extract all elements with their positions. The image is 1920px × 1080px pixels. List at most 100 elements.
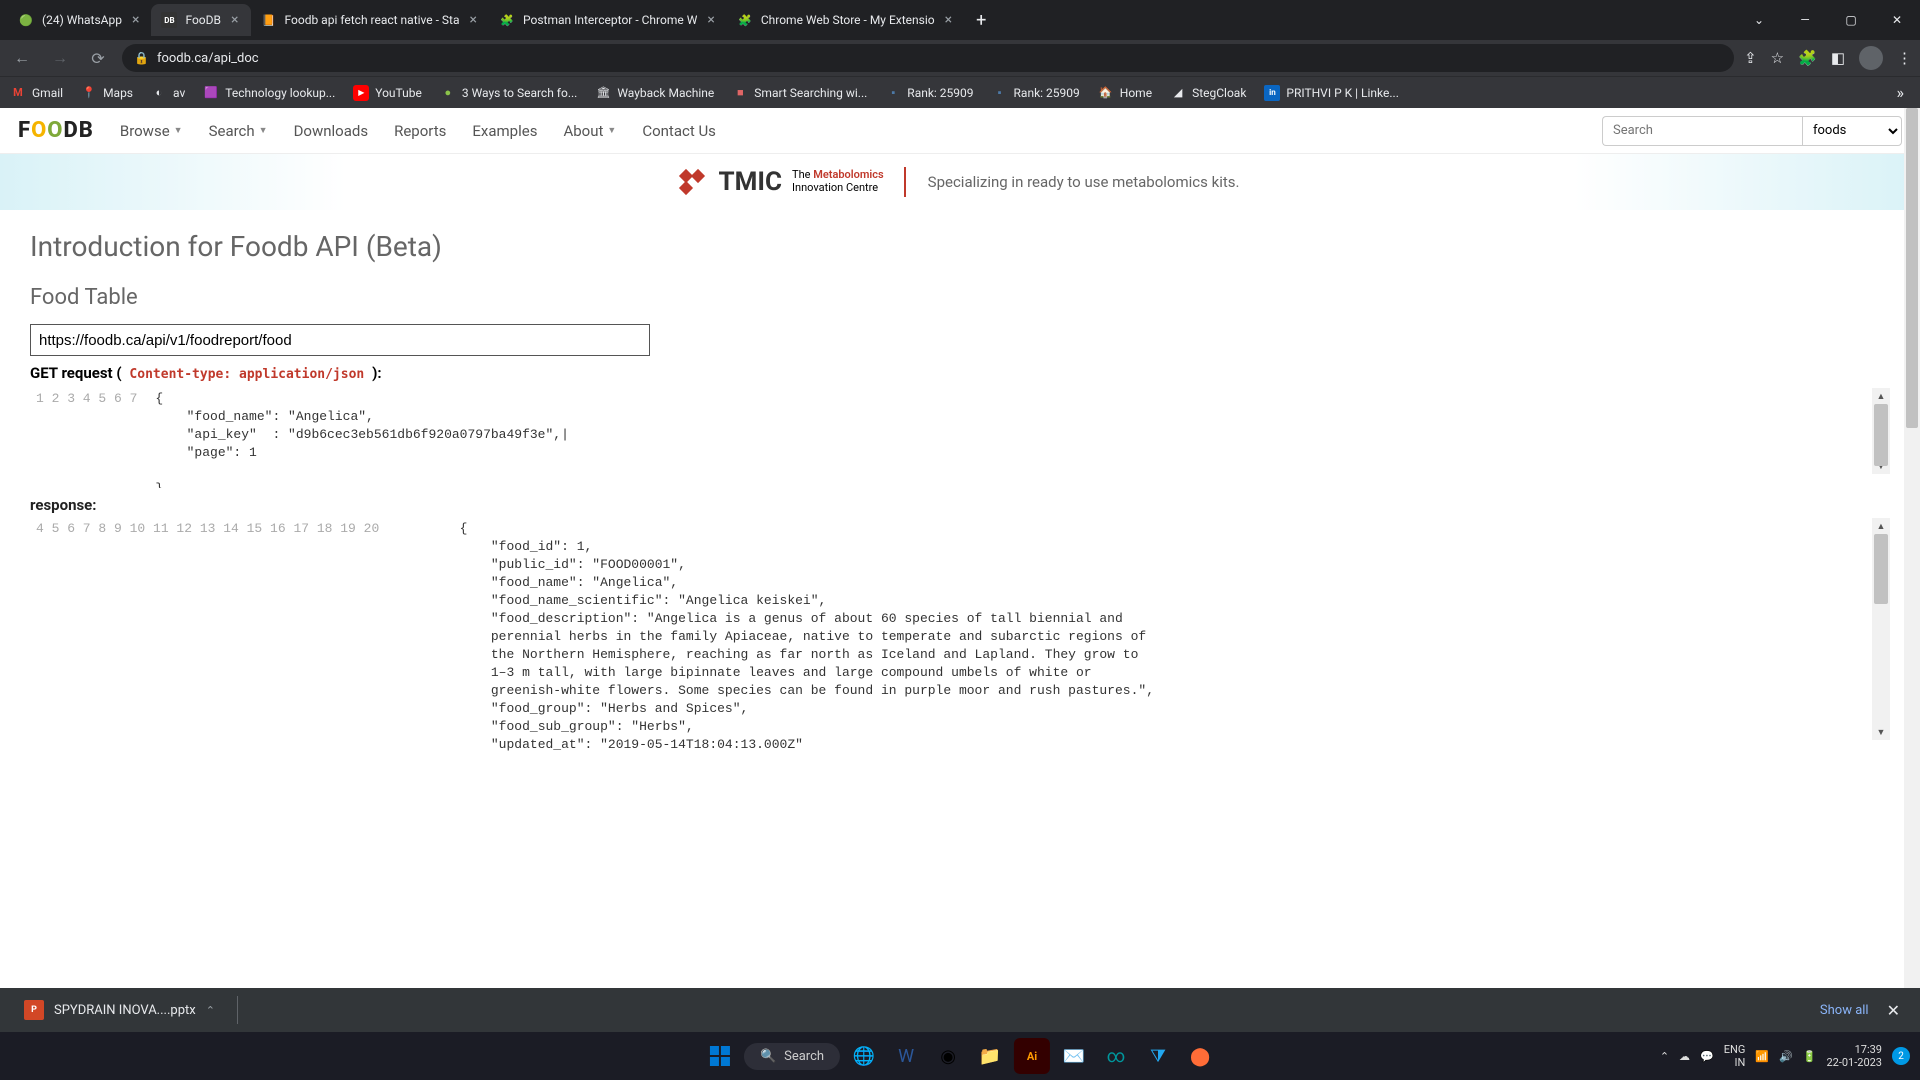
page-scrollbar[interactable]: [1904, 108, 1920, 988]
profile-avatar[interactable]: [1859, 46, 1883, 70]
postman-icon[interactable]: ⬤: [1182, 1038, 1218, 1074]
tab-stackoverflow[interactable]: 📙 Foodb api fetch react native - Sta ×: [251, 4, 490, 36]
tab-webstore[interactable]: 🧩 Chrome Web Store - My Extensio ×: [727, 4, 964, 36]
scroll-up-icon[interactable]: ▲: [1872, 388, 1890, 404]
tab-foodb[interactable]: DB FooDB ×: [151, 4, 250, 36]
request-code[interactable]: { "food_name": "Angelica", "api_key" : "…: [147, 388, 1890, 488]
close-downloads-bar-button[interactable]: ✕: [1881, 1001, 1906, 1020]
foodb-icon: DB: [161, 12, 177, 28]
scroll-down-icon[interactable]: ▼: [1872, 724, 1890, 740]
bookmark-maps[interactable]: 📍Maps: [81, 85, 133, 101]
back-button[interactable]: ←: [8, 44, 36, 72]
sidepanel-icon[interactable]: ◧: [1831, 49, 1845, 67]
maximize-button[interactable]: ▢: [1828, 0, 1874, 40]
bookmarks-overflow-button[interactable]: »: [1897, 83, 1911, 102]
close-icon[interactable]: ×: [705, 12, 716, 28]
show-all-downloads-button[interactable]: Show all: [1820, 1003, 1869, 1018]
bookmark-youtube[interactable]: ▶YouTube: [353, 85, 422, 101]
nav-contact[interactable]: Contact Us: [642, 122, 716, 140]
chevron-down-icon: ▼: [174, 125, 183, 136]
scroll-up-icon[interactable]: ▲: [1872, 518, 1890, 534]
share-icon[interactable]: ⇪: [1744, 49, 1757, 67]
star-icon[interactable]: ☆: [1771, 49, 1784, 67]
tab-title: FooDB: [185, 13, 221, 27]
nav-about[interactable]: About▼: [563, 122, 616, 140]
chrome-menu-chevron-icon[interactable]: ⌄: [1736, 0, 1782, 40]
tmic-banner: TMIC The Metabolomics Innovation Centre …: [0, 154, 1920, 210]
clock[interactable]: 17:3922-01-2023: [1826, 1043, 1882, 1069]
tab-postman[interactable]: 🧩 Postman Interceptor - Chrome W ×: [489, 4, 727, 36]
address-bar-row: ← → ⟳ 🔒 foodb.ca/api_doc ⇪ ☆ 🧩 ◧ ⋮: [0, 40, 1920, 76]
minimize-button[interactable]: —: [1782, 0, 1828, 40]
bookmark-linkedin[interactable]: inPRITHVI P K | Linke...: [1264, 85, 1398, 101]
onedrive-icon[interactable]: ☁: [1679, 1050, 1690, 1063]
close-icon[interactable]: ×: [468, 12, 479, 28]
scrollbar-thumb[interactable]: [1874, 404, 1888, 466]
code-scrollbar[interactable]: ▲ ▼: [1872, 518, 1890, 740]
forward-button[interactable]: →: [46, 44, 74, 72]
bookmark-rank1[interactable]: ▪Rank: 25909: [885, 85, 973, 101]
bookmark-3ways[interactable]: ●3 Ways to Search fo...: [440, 85, 577, 101]
nav-label: Search: [209, 122, 255, 140]
api-url-input[interactable]: https://foodb.ca/api/v1/foodreport/food: [30, 324, 650, 356]
new-tab-button[interactable]: +: [964, 10, 998, 31]
language-indicator[interactable]: ENGIN: [1724, 1043, 1746, 1069]
tab-whatsapp[interactable]: 🟢 (24) WhatsApp ×: [8, 4, 151, 36]
bookmark-label: StegCloak: [1192, 86, 1246, 100]
site-search-type-select[interactable]: foods: [1802, 116, 1902, 146]
address-bar[interactable]: 🔒 foodb.ca/api_doc: [122, 44, 1734, 72]
nav-label: About: [563, 122, 603, 140]
bookmark-rank2[interactable]: ▪Rank: 25909: [992, 85, 1080, 101]
bookmark-wayback[interactable]: 🏛Wayback Machine: [595, 85, 714, 101]
bookmark-stegcloak[interactable]: ◢StegCloak: [1170, 85, 1246, 101]
edge-icon[interactable]: 🌐: [846, 1038, 882, 1074]
vscode-icon[interactable]: ⧩: [1140, 1038, 1176, 1074]
bookmark-smart[interactable]: ■Smart Searching wi...: [732, 85, 867, 101]
taskbar-search[interactable]: 🔍Search: [744, 1043, 840, 1070]
bookmark-label: Maps: [103, 86, 133, 100]
start-button[interactable]: [702, 1038, 738, 1074]
foodb-logo[interactable]: FOODB: [18, 118, 94, 143]
kebab-menu-icon[interactable]: ⋮: [1897, 49, 1912, 67]
close-window-button[interactable]: ✕: [1874, 0, 1920, 40]
tmic-logo[interactable]: TMIC The Metabolomics Innovation Centre: [681, 167, 906, 197]
scrollbar-thumb[interactable]: [1874, 534, 1888, 604]
bookmark-label: Smart Searching wi...: [754, 86, 867, 100]
site-search-input[interactable]: [1602, 116, 1802, 146]
code-scrollbar[interactable]: ▲ ▼: [1872, 388, 1890, 474]
tmic-brand: TMIC: [719, 167, 783, 197]
extensions-icon[interactable]: 🧩: [1798, 49, 1817, 67]
bookmark-technology[interactable]: 🟪Technology lookup...: [203, 85, 335, 101]
volume-icon[interactable]: 🔊: [1779, 1050, 1793, 1063]
nav-reports[interactable]: Reports: [394, 122, 446, 140]
wifi-icon[interactable]: 📶: [1755, 1050, 1769, 1063]
bookmark-home[interactable]: 🏠Home: [1098, 85, 1152, 101]
explorer-icon[interactable]: 📁: [972, 1038, 1008, 1074]
chrome-icon[interactable]: ◉: [930, 1038, 966, 1074]
scrollbar-thumb[interactable]: [1906, 108, 1918, 428]
meet-now-icon[interactable]: 💬: [1700, 1050, 1714, 1063]
nav-examples[interactable]: Examples: [472, 122, 537, 140]
notifications-badge[interactable]: 2: [1892, 1047, 1910, 1065]
nav-downloads[interactable]: Downloads: [294, 122, 369, 140]
response-code[interactable]: { "food_id": 1, "public_id": "FOOD00001"…: [389, 518, 1890, 754]
close-icon[interactable]: ×: [229, 12, 240, 28]
bookmark-gmail[interactable]: MGmail: [10, 85, 63, 101]
request-line: GET request ( Content-type: application/…: [30, 364, 1890, 382]
bookmark-av[interactable]: ◐av: [151, 85, 185, 101]
nav-browse[interactable]: Browse▼: [120, 122, 183, 140]
illustrator-icon[interactable]: Ai: [1014, 1038, 1050, 1074]
word-icon[interactable]: W: [888, 1038, 924, 1074]
reload-button[interactable]: ⟳: [84, 44, 112, 72]
tray-chevron-icon[interactable]: ⌃: [1660, 1050, 1669, 1063]
chevron-up-icon[interactable]: ⌃: [206, 1004, 215, 1017]
download-item[interactable]: P SPYDRAIN INOVA....pptx ⌃: [14, 996, 225, 1024]
mail-icon[interactable]: ✉️: [1056, 1038, 1092, 1074]
arduino-icon[interactable]: ∞: [1098, 1038, 1134, 1074]
bookmark-label: Rank: 25909: [1014, 86, 1080, 100]
battery-icon[interactable]: 🔋: [1803, 1050, 1817, 1063]
close-icon[interactable]: ×: [130, 12, 141, 28]
close-icon[interactable]: ×: [943, 12, 954, 28]
bookmark-label: Rank: 25909: [907, 86, 973, 100]
nav-search[interactable]: Search▼: [209, 122, 268, 140]
